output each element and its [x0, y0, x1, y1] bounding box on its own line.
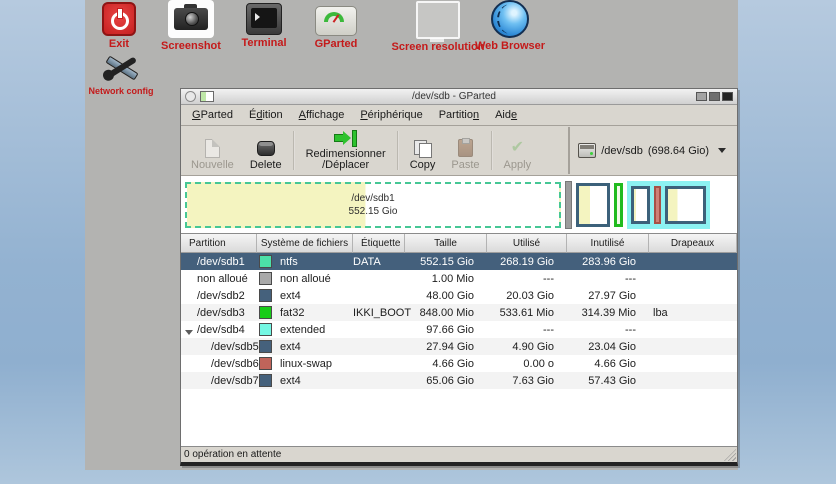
header-partition: Partition [181, 234, 257, 253]
table-header: Partition Système de fichiers Étiquette … [181, 234, 737, 253]
table-row-sdb7[interactable]: /dev/sdb7 ext4 65.06 Gio 7.63 Gio 57.43 … [181, 372, 737, 389]
table-row-sdb5[interactable]: /dev/sdb5 ext4 27.94 Gio 4.90 Gio 23.04 … [181, 338, 737, 355]
icon-label: Web Browser [474, 40, 546, 52]
fs-color-swatch [259, 272, 272, 285]
partition-visual-sdb1-selected[interactable]: /dev/sdb1 552.15 Gio [185, 181, 561, 228]
pending-operations-text: 0 opération en attente [184, 449, 282, 460]
resize-grip[interactable] [724, 449, 736, 461]
desktop-icon-screenshot[interactable]: Screenshot [152, 0, 230, 52]
table-row-unallocated[interactable]: non alloué non alloué 1.00 Mio --- --- [181, 270, 737, 287]
gparted-window: /dev/sdb - GParted GParted Édition Affic… [180, 88, 738, 466]
desktop: Exit Screenshot Terminal GParted Screen … [0, 0, 836, 484]
icon-label: Terminal [241, 37, 287, 49]
window-menu-icon[interactable] [185, 91, 196, 102]
partition-visual-sdb2[interactable] [576, 182, 610, 227]
header-filesystem: Système de fichiers [257, 234, 353, 253]
apply-check-icon: ✔ [510, 139, 525, 156]
menu-gparted[interactable]: GParted [184, 107, 241, 123]
table-row-sdb2[interactable]: /dev/sdb2 ext4 48.00 Gio 20.03 Gio 27.97… [181, 287, 737, 304]
delete-icon [256, 138, 275, 158]
titlebar[interactable]: /dev/sdb - GParted [181, 89, 737, 105]
toolbar-separator [490, 131, 493, 170]
partition-visual-sdb5[interactable] [631, 185, 650, 224]
toolbar-separator [292, 131, 295, 170]
table-row-sdb3[interactable]: /dev/sdb3 fat32 IKKI_BOOT 848.00 Mio 533… [181, 304, 737, 321]
disk-gauge-icon [315, 6, 357, 36]
visual-partition-size: 552.15 Gio [348, 205, 398, 217]
partition-table: Partition Système de fichiers Étiquette … [181, 234, 737, 446]
toolbar-separator [396, 131, 399, 170]
header-used: Utilisé [487, 234, 567, 253]
icon-label: Screenshot [161, 40, 221, 52]
visual-partition-name: /dev/sdb1 [351, 192, 395, 204]
partition-visual-bar: /dev/sdb1 552.15 Gio [181, 176, 737, 234]
menu-affichage[interactable]: Affichage [291, 107, 353, 123]
copy-icon [413, 138, 432, 158]
table-row-sdb1[interactable]: /dev/sdb1 ntfs DATA 552.15 Gio 268.19 Gi… [181, 253, 737, 270]
menu-aide[interactable]: Aide [487, 107, 525, 123]
app-icon [200, 91, 214, 102]
delete-button[interactable]: Delete [242, 127, 290, 174]
device-selector[interactable]: /dev/sdb (698.64 Gio) [568, 127, 735, 174]
partition-visual-sdb3[interactable] [614, 182, 623, 227]
device-path: /dev/sdb [601, 144, 643, 157]
icon-label: Exit [108, 38, 130, 50]
power-icon [102, 2, 136, 36]
header-unused: Inutilisé [567, 234, 649, 253]
statusbar: 0 opération en attente [181, 446, 737, 462]
fs-color-swatch [259, 255, 272, 268]
paste-clipboard-icon [457, 138, 473, 158]
new-document-icon [204, 138, 220, 158]
desktop-icon-network-config[interactable]: Network config [88, 52, 154, 96]
table-row-sdb6[interactable]: /dev/sdb6 linux-swap 4.66 Gio 0.00 o 4.6… [181, 355, 737, 372]
resize-arrow-icon [334, 129, 358, 147]
minimize-button[interactable] [696, 92, 707, 101]
globe-icon [491, 0, 529, 38]
menu-peripherique[interactable]: Périphérique [352, 107, 430, 123]
camera-icon [168, 0, 214, 38]
monitor-icon [416, 1, 460, 42]
chevron-down-icon [718, 148, 726, 153]
expander-icon[interactable] [185, 329, 193, 335]
device-size: (698.64 Gio) [647, 144, 709, 157]
menubar: GParted Édition Affichage Périphérique P… [181, 105, 737, 126]
resize-move-button[interactable]: Redimensionner /Déplacer [298, 127, 394, 174]
maximize-button[interactable] [709, 92, 720, 101]
table-row-sdb4[interactable]: /dev/sdb4 extended 97.66 Gio --- --- [181, 321, 737, 338]
new-button[interactable]: Nouvelle [183, 127, 242, 174]
icon-label: Network config [88, 86, 154, 96]
copy-button[interactable]: Copy [402, 127, 444, 174]
fs-color-swatch [259, 323, 272, 336]
fs-color-swatch [259, 374, 272, 387]
apply-button[interactable]: ✔ Apply [496, 127, 540, 174]
partition-visual-unallocated[interactable] [565, 180, 572, 229]
paste-button[interactable]: Paste [443, 127, 487, 174]
partition-visual-sdb7[interactable] [665, 185, 706, 224]
close-button[interactable] [722, 92, 733, 101]
desktop-icon-terminal[interactable]: Terminal [233, 3, 295, 49]
desktop-icon-gparted[interactable]: GParted [306, 6, 366, 50]
fs-color-swatch [259, 289, 272, 302]
terminal-icon [246, 3, 282, 35]
fs-color-swatch [259, 306, 272, 319]
window-title: /dev/sdb - GParted [412, 91, 496, 102]
icon-label: GParted [314, 38, 358, 50]
tools-icon [100, 52, 142, 84]
header-flags: Drapeaux [649, 234, 737, 253]
header-size: Taille [405, 234, 487, 253]
desktop-icon-exit[interactable]: Exit [94, 2, 144, 50]
desktop-icon-web-browser[interactable]: Web Browser [466, 0, 554, 52]
fs-color-swatch [259, 340, 272, 353]
toolbar: Nouvelle Delete Redimensionner /Déplacer… [181, 126, 737, 176]
drive-icon [578, 143, 597, 158]
partition-visual-sdb4-extended[interactable] [627, 180, 710, 229]
partition-visual-sdb6[interactable] [654, 185, 661, 224]
header-label: Étiquette [353, 234, 405, 253]
menu-partition[interactable]: Partition [431, 107, 487, 123]
fs-color-swatch [259, 357, 272, 370]
menu-edition[interactable]: Édition [241, 107, 291, 123]
